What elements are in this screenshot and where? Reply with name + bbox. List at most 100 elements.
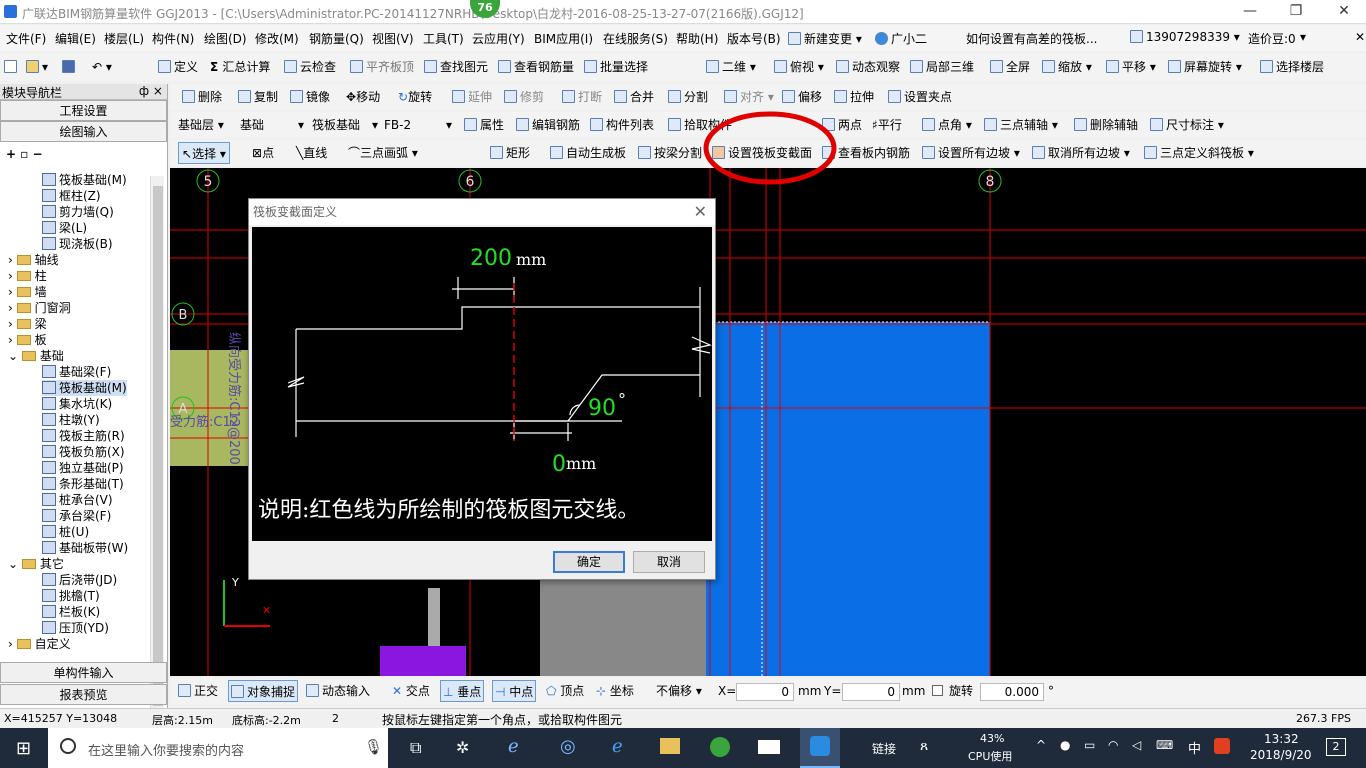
tree-item[interactable]: 压顶(YD) xyxy=(42,620,109,636)
coordinate-snap[interactable]: ⊹ 坐标 xyxy=(596,680,634,702)
offset-dropdown[interactable]: 不偏移 ▾ xyxy=(656,680,702,702)
tree-item[interactable]: › 板 xyxy=(8,332,47,348)
tree-item[interactable]: › 柱 xyxy=(8,268,47,284)
dialog-close-icon[interactable]: ✕ xyxy=(694,202,707,221)
tree-item[interactable]: 梁(L) xyxy=(42,220,87,236)
edit-rebar-button[interactable]: 编辑钢筋 xyxy=(516,114,580,136)
tree-expander-icon[interactable]: › xyxy=(8,301,17,315)
tree-item[interactable]: 基础梁(F) xyxy=(42,364,111,380)
auto-gen-slab-button[interactable]: 自动生成板 xyxy=(550,142,626,164)
tree-item[interactable]: 柱墩(Y) xyxy=(42,412,100,428)
select-button[interactable]: ↖ 选择 ▾ xyxy=(178,142,230,164)
line-button[interactable]: ╲ 直线 xyxy=(296,142,327,164)
menu-close-icon[interactable]: ✕ xyxy=(1355,30,1365,44)
menu-online[interactable]: 在线服务(S) xyxy=(603,30,668,47)
tray-battery-icon[interactable]: ▭ xyxy=(1084,738,1095,752)
task-view-icon[interactable]: ⧉ xyxy=(410,738,421,758)
tray-bell-icon[interactable]: ● xyxy=(1060,738,1070,752)
tree-item[interactable]: 筏板基础(M) xyxy=(42,172,127,188)
fan-app-icon[interactable]: ✲ xyxy=(456,738,469,757)
fullscreen-button[interactable]: 全屏 xyxy=(990,56,1030,78)
x-coordinate-input[interactable]: 0 xyxy=(736,680,794,702)
calc-button[interactable]: Σ 汇总计算 xyxy=(210,56,270,78)
open-file-icon[interactable]: ▾ xyxy=(26,56,48,78)
pane-pin-close-icon[interactable]: ф × xyxy=(139,84,163,98)
angle-value[interactable]: 90 xyxy=(588,396,616,421)
menu-version[interactable]: 版本号(B) xyxy=(727,30,781,47)
action-center-icon[interactable]: 2 xyxy=(1326,738,1346,756)
tree-item[interactable]: › 轴线 xyxy=(8,252,59,268)
merge-button[interactable]: 合并 xyxy=(614,86,654,108)
view-2d-button[interactable]: 二维 ▾ xyxy=(706,56,756,78)
copy-button[interactable]: 复制 xyxy=(238,86,278,108)
people-icon[interactable]: ጸ xyxy=(920,738,928,754)
undo-icon[interactable]: ↶ ▾ xyxy=(92,56,112,78)
tree-item[interactable]: 独立基础(P) xyxy=(42,460,124,476)
collapse-all-icon[interactable]: − xyxy=(33,147,43,161)
tree-item[interactable]: ⌄ 其它 xyxy=(8,556,64,572)
tree-expander-icon[interactable]: ⌄ xyxy=(8,349,22,363)
parallel-button[interactable]: ♯ 平行 xyxy=(872,114,902,136)
menu-file[interactable]: 文件(F) xyxy=(6,30,46,47)
find-element-button[interactable]: 查找图元 xyxy=(424,56,488,78)
break-button[interactable]: 打断 xyxy=(562,86,602,108)
batch-select-button[interactable]: 批量选择 xyxy=(584,56,648,78)
tree-expander-icon[interactable]: › xyxy=(8,269,17,283)
select-floor-button[interactable]: 选择楼层 xyxy=(1260,56,1324,78)
local-3d-button[interactable]: 局部三维 xyxy=(910,56,974,78)
align-button[interactable]: 对齐 ▾ xyxy=(724,86,774,108)
menu-cloud[interactable]: 云应用(Y) xyxy=(472,30,525,47)
tray-volume-icon[interactable]: ◁ xyxy=(1132,738,1141,752)
tree-item[interactable]: 集水坑(K) xyxy=(42,396,112,412)
clock-time[interactable]: 13:32 xyxy=(1264,732,1299,746)
tray-keyboard-icon[interactable]: ⌨ xyxy=(1156,738,1173,752)
tree-item[interactable]: › 门窗洞 xyxy=(8,300,71,316)
component-select[interactable]: FB-2 ▾ xyxy=(384,114,452,136)
properties-button[interactable]: 属性 xyxy=(464,114,504,136)
tree-item[interactable]: 筏板基础(M) xyxy=(42,380,127,396)
purple-element[interactable] xyxy=(380,646,466,676)
drawing-input-button[interactable]: 绘图输入 xyxy=(0,121,167,142)
tree-scroll-thumb[interactable] xyxy=(153,186,163,706)
ime-indicator[interactable]: 中 xyxy=(1188,738,1201,757)
tree-item[interactable]: 筏板负筋(X) xyxy=(42,444,125,460)
mail-icon[interactable] xyxy=(758,740,780,754)
component-list-button[interactable]: 构件列表 xyxy=(590,114,654,136)
layer-select[interactable]: 基础层 ▾ xyxy=(178,114,224,136)
grey-beam-region[interactable] xyxy=(540,568,710,676)
clock-date[interactable]: 2018/9/20 xyxy=(1250,748,1312,762)
rotate-button[interactable]: ↻ 旋转 xyxy=(398,86,432,108)
active-app-tab[interactable] xyxy=(800,728,840,768)
tree-item[interactable]: 条形基础(T) xyxy=(42,476,124,492)
close-icon[interactable]: ✕ xyxy=(1334,3,1354,21)
intersection-snap[interactable]: ✕ 交点 xyxy=(392,680,430,702)
delete-axis-button[interactable]: 删除辅轴 xyxy=(1074,114,1138,136)
type-select[interactable]: 筏板基础 ▾ xyxy=(312,114,378,136)
rectangle-button[interactable]: 矩形 xyxy=(490,142,530,164)
expand-all-icon[interactable]: + ▫ xyxy=(6,147,33,161)
cloud-check-button[interactable]: 云检查 xyxy=(284,56,336,78)
tray-expand-icon[interactable]: ^ xyxy=(1036,738,1046,752)
assistant-button[interactable]: 广小二 xyxy=(875,30,927,47)
tree-item[interactable]: 挑檐(T) xyxy=(42,588,100,604)
three-point-axis-button[interactable]: 三点辅轴 ▾ xyxy=(984,114,1058,136)
tree-expander-icon[interactable]: ⌄ xyxy=(8,557,22,571)
raft-slab-blue[interactable] xyxy=(706,322,990,676)
taskbar-link[interactable]: 链接 xyxy=(872,740,896,757)
tree-item[interactable]: 桩承台(V) xyxy=(42,492,113,508)
point-angle-button[interactable]: 点角 ▾ xyxy=(922,114,972,136)
tree-item[interactable]: 基础板带(W) xyxy=(42,540,128,556)
ortho-toggle[interactable]: 正交 xyxy=(178,680,218,702)
set-all-slopes-button[interactable]: 设置所有边坡 ▾ xyxy=(922,142,1020,164)
dimension-button[interactable]: 尺寸标注 ▾ xyxy=(1150,114,1224,136)
tree-item[interactable]: 现浇板(B) xyxy=(42,236,113,252)
browser-2-icon[interactable]: ◎ xyxy=(560,736,576,757)
top-view-button[interactable]: 俯视 ▾ xyxy=(774,56,824,78)
help-link[interactable]: 如何设置有高差的筏板... xyxy=(966,30,1097,47)
tray-wifi-icon[interactable]: ◠ xyxy=(1108,738,1118,752)
three-point-slope-raft-button[interactable]: 三点定义斜筏板 ▾ xyxy=(1144,142,1254,164)
file-explorer-icon[interactable] xyxy=(660,738,680,754)
green-app-icon[interactable] xyxy=(710,737,730,757)
menu-view[interactable]: 视图(V) xyxy=(372,30,414,47)
tree-item[interactable]: 桩(U) xyxy=(42,524,89,540)
